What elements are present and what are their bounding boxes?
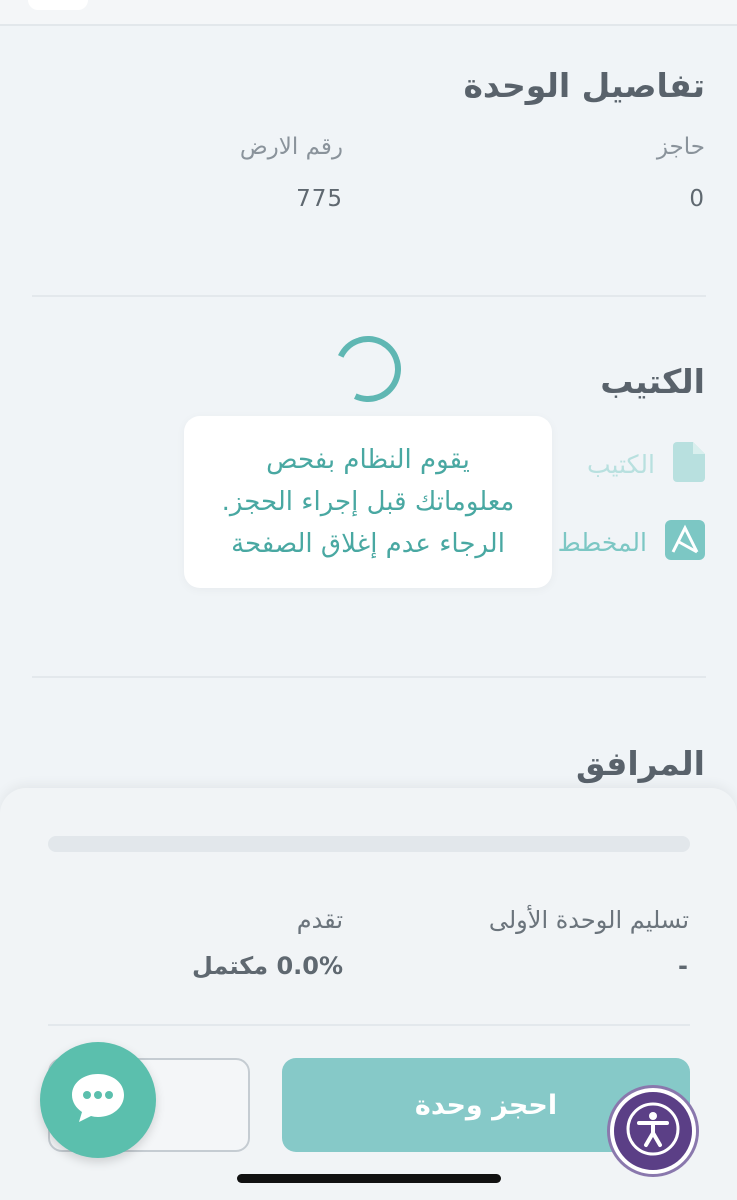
floor-plan-link[interactable]: المخطط bbox=[558, 520, 705, 564]
chat-button[interactable] bbox=[40, 1042, 156, 1158]
first-delivery-value: - bbox=[678, 952, 689, 980]
divider bbox=[32, 676, 706, 678]
unit-details-title: تفاصيل الوحدة bbox=[463, 66, 705, 105]
chat-bubble-icon bbox=[70, 1072, 126, 1128]
toast-line-2: معلوماتك قبل إجراء الحجز. bbox=[221, 487, 515, 517]
toast-line-1: يقوم النظام بفحص bbox=[266, 445, 470, 475]
divider bbox=[32, 295, 706, 297]
toast-line-3: الرجاء عدم إغلاق الصفحة bbox=[231, 529, 505, 559]
document-icon bbox=[673, 442, 705, 486]
home-indicator bbox=[237, 1174, 501, 1183]
facilities-title: المرافق bbox=[575, 744, 705, 783]
plot-number-label: رقم الارض bbox=[239, 134, 343, 160]
loading-toast: يقوم النظام بفحص معلوماتك قبل إجراء الحج… bbox=[184, 416, 552, 588]
floor-plan-label: المخطط bbox=[557, 527, 647, 557]
plot-number-value: 775 bbox=[296, 186, 343, 212]
divider bbox=[48, 1024, 690, 1026]
progress-label: تقدم bbox=[296, 906, 343, 934]
top-header-strip bbox=[0, 0, 737, 26]
blocker-label: حاجز bbox=[656, 134, 705, 160]
brochure-title: الكتيب bbox=[600, 362, 705, 401]
loading-spinner-icon bbox=[325, 326, 411, 412]
header-tab-edge bbox=[28, 0, 88, 10]
first-delivery-label: تسليم الوحدة الأولى bbox=[488, 906, 689, 934]
brochure-file-link[interactable]: الكتيب bbox=[587, 442, 705, 486]
blocker-value: 0 bbox=[689, 186, 705, 212]
accessibility-button[interactable] bbox=[610, 1088, 696, 1174]
brochure-file-label: الكتيب bbox=[586, 449, 655, 479]
progress-bar bbox=[48, 836, 690, 852]
progress-value: 0.0% مكتمل bbox=[191, 952, 343, 980]
accessibility-icon bbox=[625, 1101, 681, 1161]
floor-plan-icon bbox=[665, 520, 705, 564]
